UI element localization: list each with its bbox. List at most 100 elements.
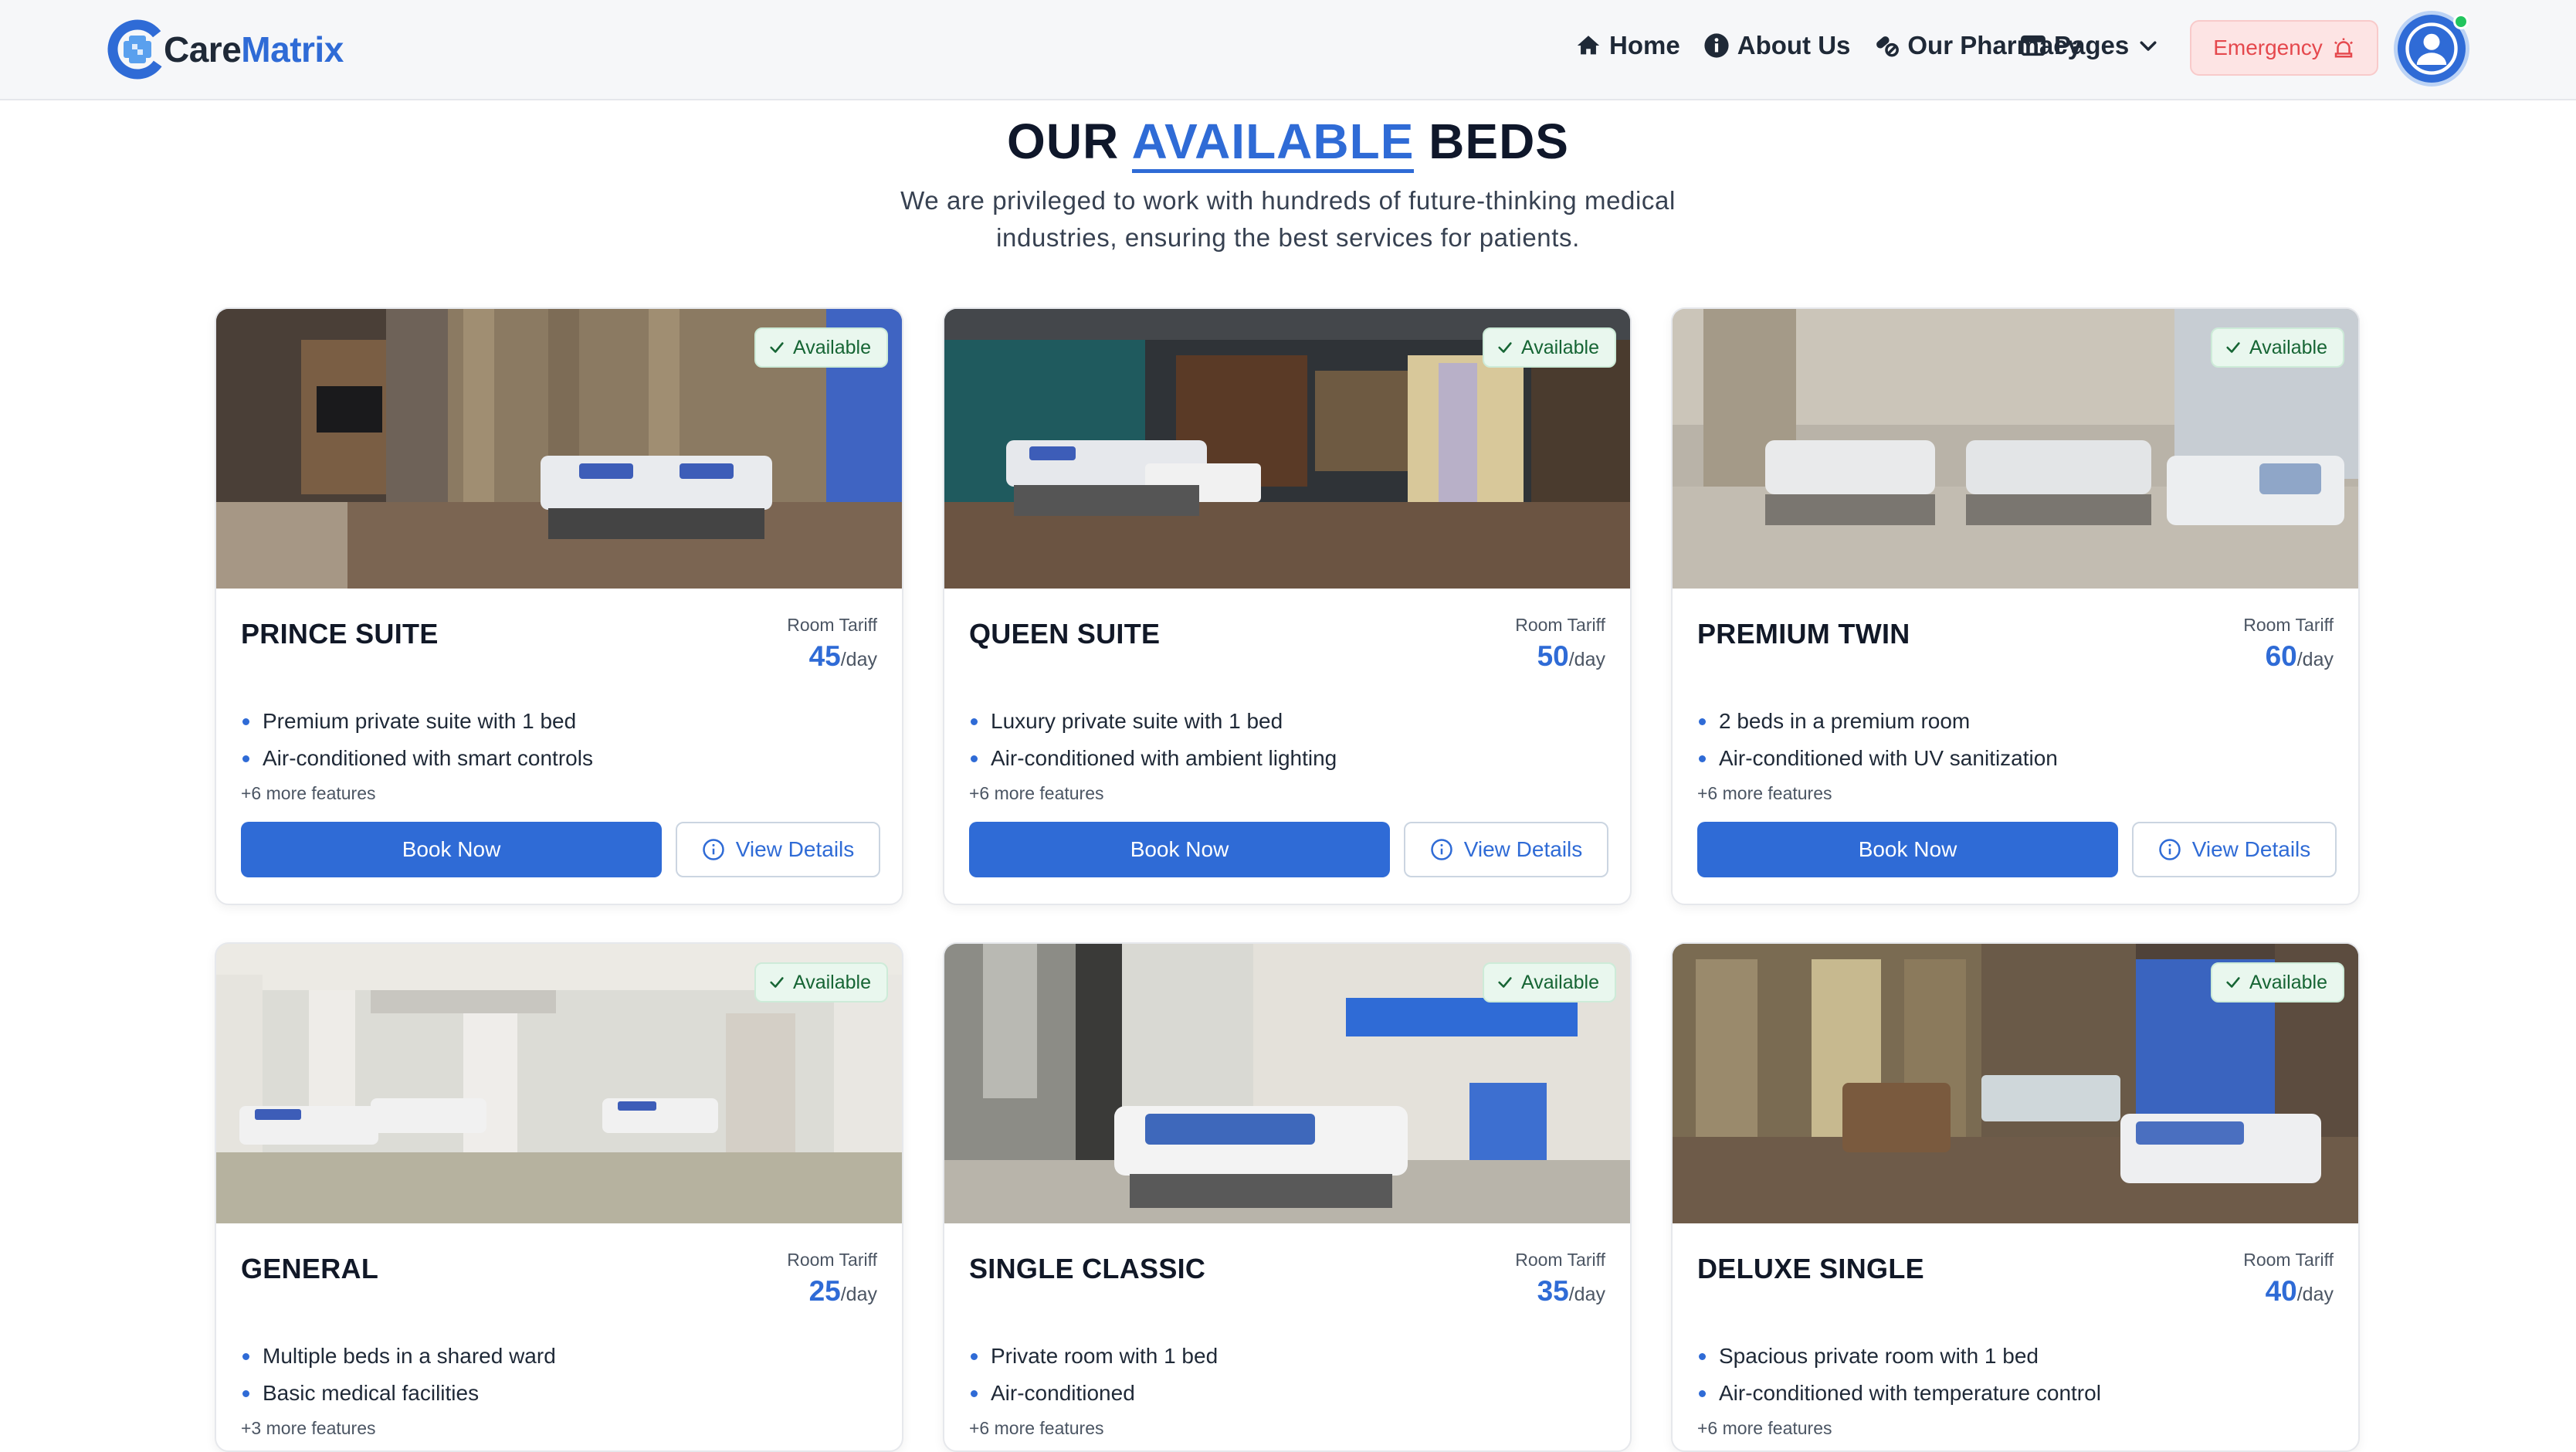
tariff-label: Room Tariff: [1515, 1250, 1605, 1270]
room-photo: Available: [1673, 309, 2358, 589]
feature-item: Air-conditioned with temperature control: [1697, 1375, 2101, 1412]
feature-list: Multiple beds in a shared ward Basic med…: [241, 1338, 556, 1412]
tariff-label: Room Tariff: [2243, 1250, 2334, 1270]
room-tariff: Room Tariff 50/day: [1515, 615, 1605, 673]
book-now-button[interactable]: Book Now: [1697, 822, 2118, 877]
emergency-button[interactable]: Emergency: [2190, 20, 2378, 76]
nav-home[interactable]: Home: [1575, 31, 1680, 60]
feature-item: Air-conditioned with UV sanitization: [1697, 740, 2058, 777]
tariff-label: Room Tariff: [2243, 615, 2334, 635]
room-card-queen-suite: Available QUEEN SUITE Room Tariff 50/day…: [943, 307, 1632, 905]
tariff-value: 40: [2265, 1275, 2297, 1307]
nav-links: Home About Us Our Pharmacy: [1575, 31, 2082, 60]
feature-item: Premium private suite with 1 bed: [241, 703, 593, 740]
chevron-down-icon: [2140, 41, 2157, 51]
more-features: +3 more features: [241, 1418, 376, 1438]
book-now-button[interactable]: Book Now: [969, 822, 1390, 877]
top-navbar: CareMatrix Home About Us Our Pharmacy Pa…: [0, 0, 2576, 100]
feature-item: Basic medical facilities: [241, 1375, 556, 1412]
availability-label: Available: [792, 971, 871, 993]
view-details-button[interactable]: View Details: [676, 822, 880, 877]
room-tariff: Room Tariff 25/day: [787, 1250, 877, 1308]
availability-badge: Available: [1482, 327, 1616, 368]
tariff-unit: /day: [1568, 649, 1605, 670]
brand-logo[interactable]: CareMatrix: [107, 17, 344, 82]
view-details-label: View Details: [1463, 837, 1583, 861]
room-name: GENERAL: [241, 1253, 379, 1284]
feature-list: Spacious private room with 1 bed Air-con…: [1697, 1338, 2101, 1412]
tariff-value: 45: [808, 640, 841, 672]
medical-cross-logo-icon: [107, 19, 168, 80]
tariff-value: 50: [1537, 640, 1569, 672]
room-card-deluxe-single: Available DELUXE SINGLE Room Tariff 40/d…: [1671, 942, 2360, 1452]
feature-item: Air-conditioned with ambient lighting: [969, 740, 1337, 777]
check-icon: [2226, 977, 2240, 988]
view-details-button[interactable]: View Details: [1404, 822, 1608, 877]
brand-name: CareMatrix: [164, 29, 344, 70]
emergency-label: Emergency: [2213, 36, 2323, 59]
feature-item: 2 beds in a premium room: [1697, 703, 2058, 740]
user-icon: [2405, 22, 2458, 75]
room-photo: Available: [216, 309, 902, 589]
tariff-value: 25: [808, 1275, 841, 1307]
tariff-price: 50/day: [1515, 640, 1605, 673]
brand-name-part1: Care: [164, 29, 242, 70]
availability-label: Available: [2249, 336, 2327, 358]
feature-list: 2 beds in a premium room Air-conditioned…: [1697, 703, 2058, 777]
check-icon: [770, 977, 784, 988]
room-card-single-classic: Available SINGLE CLASSIC Room Tariff 35/…: [943, 942, 1632, 1452]
feature-item: Multiple beds in a shared ward: [241, 1338, 556, 1375]
room-card-general: Available GENERAL Room Tariff 25/day Mul…: [215, 942, 903, 1452]
room-name: SINGLE CLASSIC: [969, 1253, 1206, 1284]
nav-pages-dropdown[interactable]: Pages: [2020, 31, 2160, 60]
more-features: +6 more features: [241, 783, 376, 803]
room-tariff: Room Tariff 45/day: [787, 615, 877, 673]
nav-about[interactable]: About Us: [1703, 31, 1851, 60]
availability-badge: Available: [2210, 327, 2344, 368]
nav-about-label: About Us: [1737, 31, 1851, 59]
home-icon: [1577, 36, 1600, 55]
feature-list: Luxury private suite with 1 bed Air-cond…: [969, 703, 1337, 777]
tariff-value: 35: [1537, 1275, 1569, 1307]
more-features: +6 more features: [1697, 783, 1832, 803]
view-details-button[interactable]: View Details: [2132, 822, 2337, 877]
tariff-value: 60: [2265, 640, 2297, 672]
availability-badge: Available: [2210, 962, 2344, 1002]
title-accent: AVAILABLE: [1131, 114, 1415, 173]
feature-item: Luxury private suite with 1 bed: [969, 703, 1337, 740]
tariff-unit: /day: [2296, 1284, 2334, 1305]
feature-item: Air-conditioned: [969, 1375, 1218, 1412]
brand-name-part2: Matrix: [241, 29, 344, 70]
tariff-price: 45/day: [787, 640, 877, 673]
tariff-unit: /day: [1568, 1284, 1605, 1305]
page-title: OUR AVAILABLE BEDS: [0, 113, 2576, 173]
feature-item: Private room with 1 bed: [969, 1338, 1218, 1375]
title-part2: BEDS: [1429, 114, 1569, 169]
nav-pages-label: Pages: [2054, 31, 2130, 59]
check-icon: [1498, 342, 1512, 353]
room-photo: Available: [944, 309, 1630, 589]
availability-label: Available: [2249, 971, 2327, 993]
check-icon: [2226, 342, 2240, 353]
book-now-button[interactable]: Book Now: [241, 822, 662, 877]
tariff-unit: /day: [2296, 649, 2334, 670]
tariff-label: Room Tariff: [787, 615, 877, 635]
feature-item: Air-conditioned with smart controls: [241, 740, 593, 777]
window-icon: [2021, 35, 2046, 56]
room-name: PREMIUM TWIN: [1697, 618, 1910, 650]
room-tariff: Room Tariff 60/day: [2243, 615, 2334, 673]
siren-icon: [2334, 38, 2353, 58]
room-name: PRINCE SUITE: [241, 618, 439, 650]
more-features: +6 more features: [1697, 1418, 1832, 1438]
feature-list: Premium private suite with 1 bed Air-con…: [241, 703, 593, 777]
tariff-price: 60/day: [2243, 640, 2334, 673]
room-photo: Available: [1673, 944, 2358, 1223]
room-tariff: Room Tariff 40/day: [2243, 1250, 2334, 1308]
tariff-price: 25/day: [787, 1275, 877, 1308]
book-now-label: Book Now: [1130, 837, 1229, 861]
feature-list: Private room with 1 bed Air-conditioned: [969, 1338, 1218, 1412]
room-photo: Available: [944, 944, 1630, 1223]
availability-label: Available: [1520, 971, 1599, 993]
room-card-premium-twin: Available PREMIUM TWIN Room Tariff 60/da…: [1671, 307, 2360, 905]
room-tariff: Room Tariff 35/day: [1515, 1250, 1605, 1308]
